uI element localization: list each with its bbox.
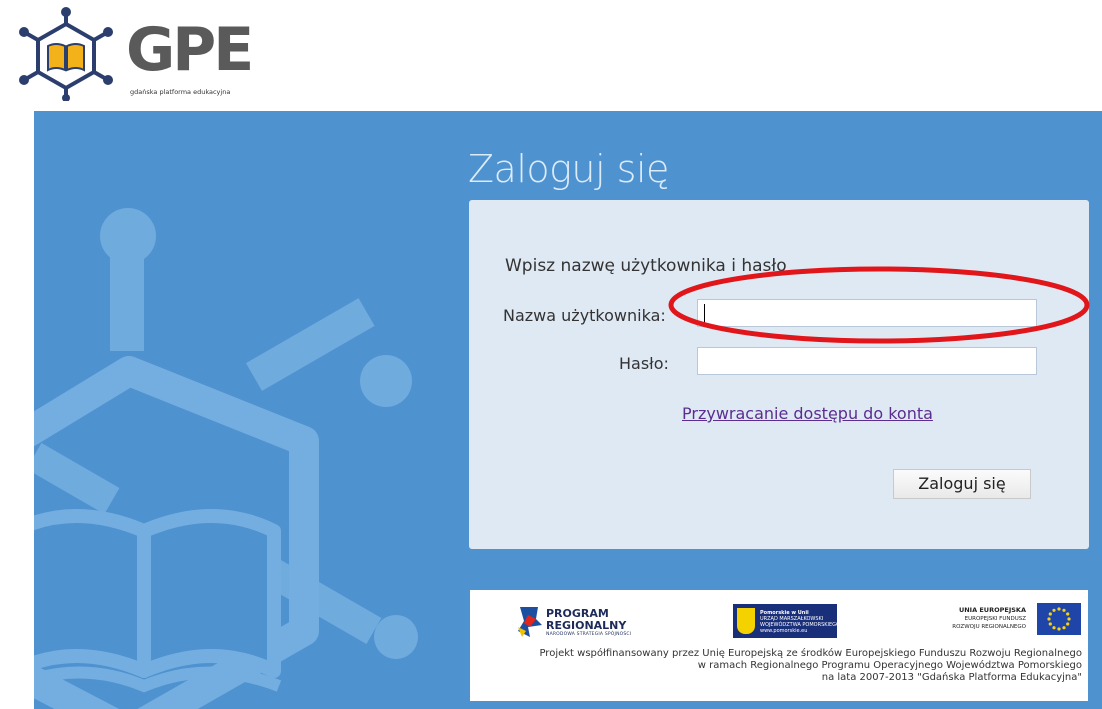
- funding-note: Projekt współfinansowany przez Unię Euro…: [522, 648, 1082, 684]
- eu-flag-icon: [1037, 603, 1081, 635]
- funding-footer: PROGRAM REGIONALNY NARODOWA STRATEGIA SP…: [470, 590, 1088, 701]
- login-button[interactable]: Zaloguj się: [893, 469, 1031, 499]
- program-title-line2: REGIONALNY: [546, 619, 627, 632]
- recover-access-link[interactable]: Przywracanie dostępu do konta: [682, 404, 933, 423]
- login-form: Wpisz nazwę użytkownika i hasło Nazwa uż…: [469, 200, 1089, 549]
- login-band: Zaloguj się Wpisz nazwę użytkownika i ha…: [34, 111, 1102, 709]
- gpe-logo[interactable]: GPE gdańska platforma edukacyjna: [14, 6, 254, 102]
- program-title: PROGRAM REGIONALNY: [546, 608, 626, 632]
- funding-note-line1: Projekt współfinansowany przez Unię Euro…: [539, 648, 1082, 659]
- page-title: Zaloguj się: [468, 147, 669, 191]
- annotation-ellipse: [668, 266, 1090, 344]
- eu-line2: ROZWOJU REGIONALNEGO: [952, 624, 1026, 630]
- eu-line1: EUROPEJSKI FUNDUSZ: [964, 616, 1026, 622]
- logo-text: GPE: [126, 15, 254, 85]
- funding-note-line3: na lata 2007-2013 "Gdańska Platforma Edu…: [821, 672, 1082, 683]
- password-input[interactable]: [697, 347, 1037, 375]
- program-subtitle: NARODOWA STRATEGIA SPÓJNOŚCI: [546, 632, 632, 637]
- gpe-molecule-book-icon: [19, 7, 113, 102]
- eu-title: UNIA EUROPEJSKA: [958, 606, 1026, 614]
- pomorskie-logo: Pomorskie w Unii URZĄD MARSZAŁKOWSKI WOJ…: [733, 604, 840, 638]
- username-label: Nazwa użytkownika:: [503, 306, 666, 325]
- pomorskie-line4: www.pomorskie.eu: [760, 628, 808, 634]
- funding-note-line2: w ramach Regionalnego Programu Operacyjn…: [697, 660, 1082, 671]
- logo-subtitle: gdańska platforma edukacyjna: [130, 88, 231, 96]
- header: GPE gdańska platforma edukacyjna: [0, 0, 1102, 110]
- password-label: Hasło:: [619, 354, 669, 373]
- background-molecule-book-graphic: [34, 208, 418, 709]
- eu-label: UNIA EUROPEJSKA EUROPEJSKI FUNDUSZ ROZWO…: [886, 606, 1026, 631]
- pomorskie-crest-icon: [737, 608, 755, 634]
- pomorskie-text: Pomorskie w Unii URZĄD MARSZAŁKOWSKI WOJ…: [760, 610, 840, 634]
- program-regionalny-logo-icon: [518, 607, 542, 637]
